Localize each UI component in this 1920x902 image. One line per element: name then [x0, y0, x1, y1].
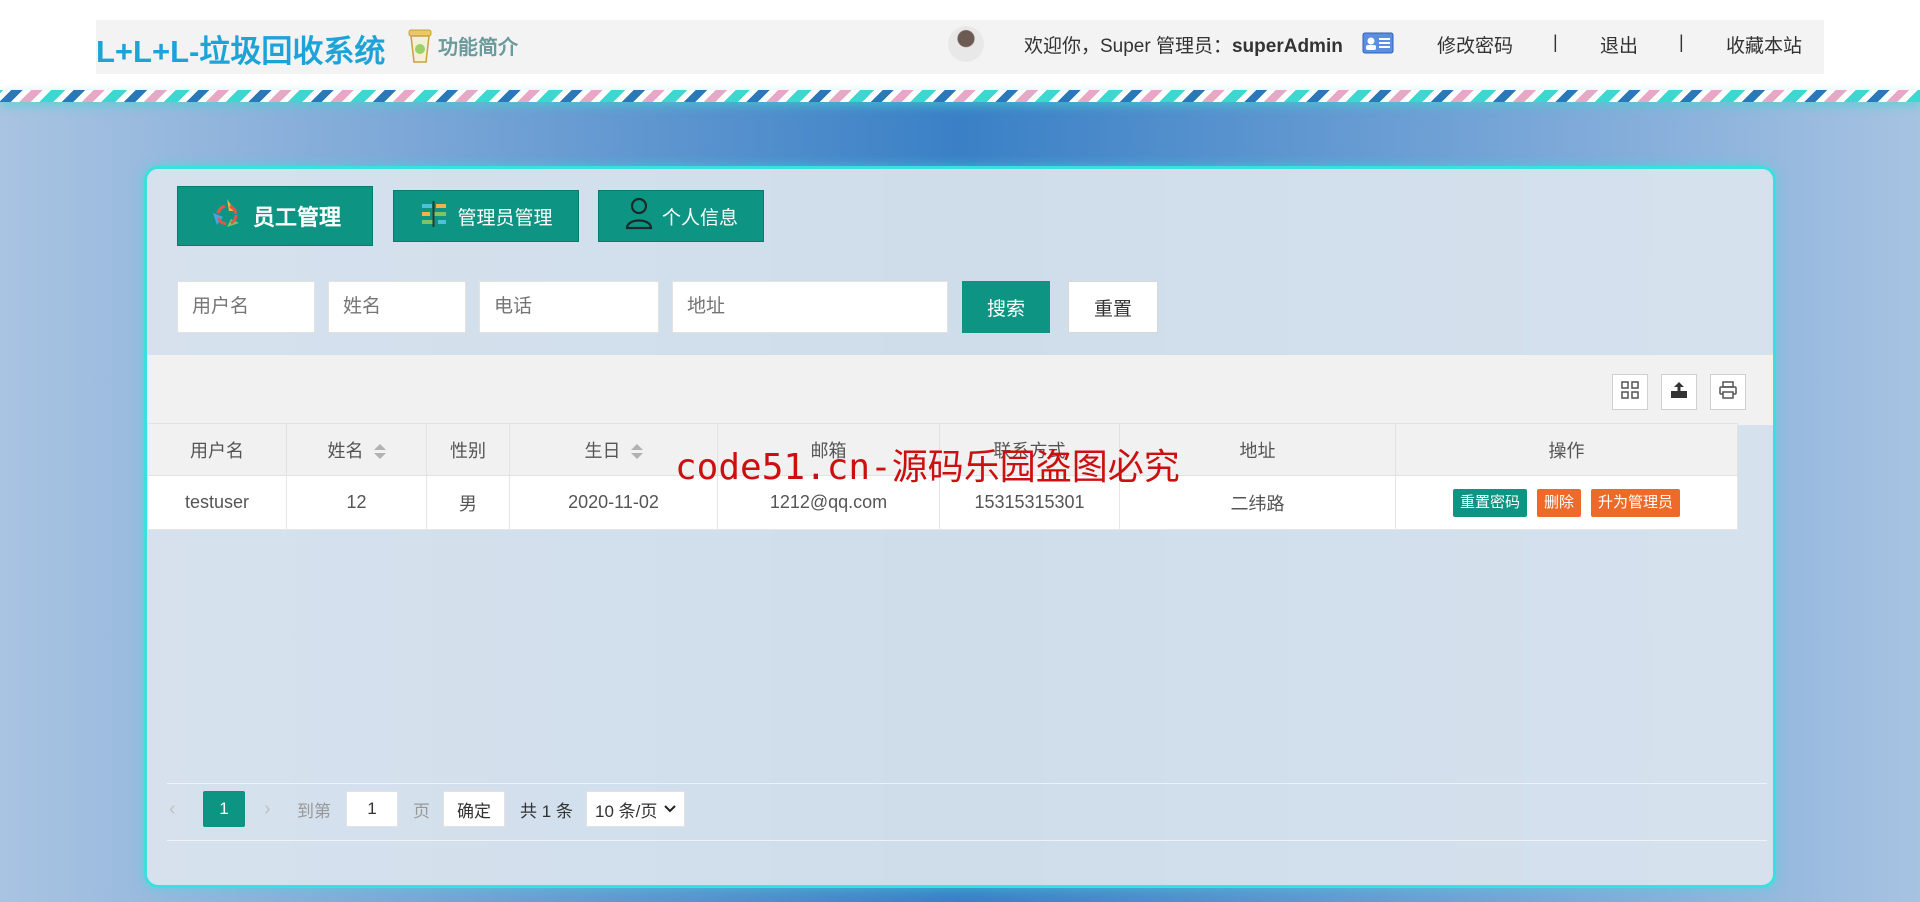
page-label: 页 — [413, 801, 430, 821]
columns-button[interactable] — [1612, 374, 1648, 410]
tab-staff-management[interactable]: 员工管理 — [177, 186, 373, 246]
reset-button[interactable]: 重置 — [1068, 281, 1158, 333]
phone-search-input[interactable] — [479, 281, 659, 333]
pager-divider — [167, 840, 1767, 841]
feature-intro-label: 功能简介 — [438, 36, 518, 59]
promote-admin-button[interactable]: 升为管理员 — [1591, 488, 1681, 517]
feature-intro-link[interactable]: 功能简介 — [406, 28, 518, 63]
app-logo[interactable]: L+L+L-垃圾回收系统 — [96, 26, 385, 71]
column-header-username[interactable]: 用户名 — [147, 423, 287, 476]
user-icon — [624, 196, 662, 236]
tab-label: 管理员管理 — [457, 207, 553, 229]
recycle-icon — [209, 195, 253, 237]
column-header-name[interactable]: 姓名 — [286, 423, 427, 476]
reset-password-button[interactable]: 重置密码 — [1452, 488, 1527, 517]
change-password-link[interactable]: 修改密码 — [1437, 31, 1513, 58]
page-size-value: 10 条/页 — [595, 801, 658, 821]
cell-gender: 男 — [426, 475, 510, 530]
cell-actions: 重置密码 删除 升为管理员 — [1395, 475, 1738, 530]
page-size-select[interactable]: 10 条/页 — [586, 791, 685, 827]
goto-label: 到第 — [297, 801, 331, 821]
goto-page-input[interactable]: 1 — [346, 791, 398, 827]
confirm-goto-button[interactable]: 确定 — [443, 791, 505, 827]
cell-name: 12 — [286, 475, 427, 530]
header-separator: | — [1679, 32, 1684, 52]
bookmark-link[interactable]: 收藏本站 — [1726, 31, 1802, 58]
welcome-prefix: 欢迎你，Super 管理员： — [1024, 36, 1232, 57]
tab-label: 个人信息 — [661, 207, 738, 229]
sort-icon[interactable] — [373, 443, 386, 460]
address-search-input[interactable] — [672, 281, 948, 333]
username-search-input[interactable] — [177, 281, 315, 333]
sliders-icon — [419, 198, 457, 234]
avatar — [948, 26, 984, 62]
search-button[interactable]: 搜索 — [962, 281, 1050, 333]
print-button[interactable] — [1710, 374, 1746, 410]
name-search-input[interactable] — [328, 281, 466, 333]
header-separator: | — [1553, 32, 1558, 52]
column-header-actions: 操作 — [1395, 423, 1738, 476]
export-button[interactable] — [1661, 374, 1697, 410]
decorative-stripe — [0, 90, 1920, 102]
current-username: superAdmin — [1231, 36, 1343, 57]
cup-icon — [406, 28, 434, 63]
top-header: L+L+L-垃圾回收系统 功能简介 欢迎你，Super 管理员：superAdm… — [0, 0, 1920, 92]
tab-label: 员工管理 — [252, 205, 341, 230]
watermark-text: code51.cn-源码乐园盗图必究 — [675, 447, 1180, 488]
cell-username: testuser — [147, 475, 287, 530]
total-count: 共 1 条 — [520, 801, 573, 821]
chevron-down-icon — [664, 799, 676, 819]
pager-divider — [167, 783, 1767, 784]
logout-link[interactable]: 退出 — [1600, 31, 1638, 58]
id-card-icon — [1362, 32, 1394, 54]
export-icon — [1669, 380, 1689, 405]
welcome-text: 欢迎你，Super 管理员：superAdmin — [1024, 31, 1343, 58]
sort-icon[interactable] — [630, 443, 643, 460]
delete-button[interactable]: 删除 — [1536, 488, 1581, 517]
table-toolbar — [147, 355, 1773, 425]
main-panel: 员工管理 管理员管理 个人信息 搜索 重置 — [144, 166, 1776, 888]
tab-admin-management[interactable]: 管理员管理 — [393, 190, 579, 242]
print-icon — [1718, 380, 1738, 405]
next-page-icon[interactable]: › — [264, 791, 271, 827]
tab-personal-info[interactable]: 个人信息 — [598, 190, 764, 242]
column-header-gender[interactable]: 性别 — [426, 423, 510, 476]
columns-icon — [1620, 380, 1640, 405]
prev-page-icon[interactable]: ‹ — [169, 791, 176, 827]
current-page-button[interactable]: 1 — [203, 791, 245, 827]
